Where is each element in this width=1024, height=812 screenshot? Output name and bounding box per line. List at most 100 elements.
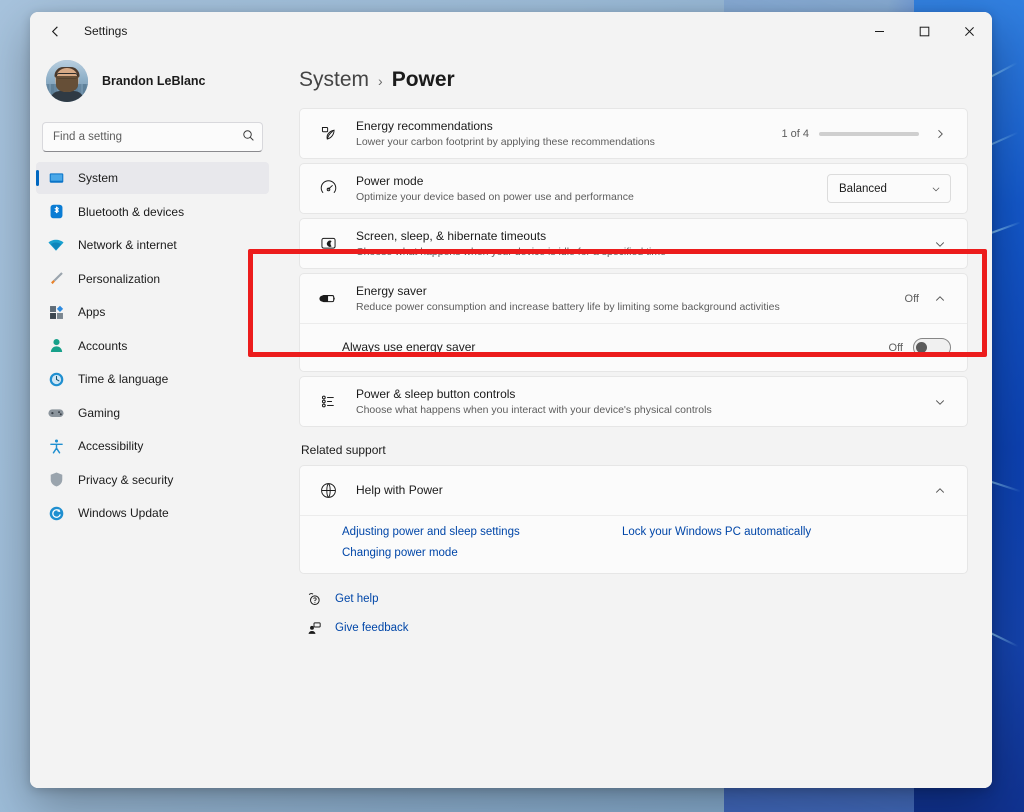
related-support-heading: Related support: [301, 443, 386, 457]
setting-subtitle: Reduce power consumption and increase ba…: [356, 300, 780, 313]
sidebar-item-accessibility[interactable]: Accessibility: [36, 430, 269, 462]
title-bar: Settings: [30, 12, 992, 50]
window-title: Settings: [84, 24, 128, 38]
clock-globe-icon: [46, 369, 66, 389]
setting-title: Screen, sleep, & hibernate timeouts: [356, 228, 547, 243]
power-mode-dropdown[interactable]: Balanced: [827, 174, 951, 203]
recommendations-counter: 1 of 4: [781, 127, 809, 140]
sidebar-item-label: Windows Update: [78, 506, 169, 520]
setting-title: Help with Power: [356, 483, 443, 497]
back-arrow-icon[interactable]: [38, 17, 72, 45]
setting-title: Energy recommendations: [356, 118, 493, 133]
update-arrows-icon: [46, 503, 66, 523]
setting-subtitle: Choose what happens when you interact wi…: [356, 403, 712, 416]
recommendations-progress: [819, 131, 919, 136]
setting-subtitle: Choose what happens when your device is …: [356, 245, 666, 258]
footer-links: Get help Give feedback: [299, 590, 968, 637]
chevron-down-icon: [931, 184, 941, 194]
button-list-icon: [316, 392, 340, 411]
sidebar-item-label: System: [78, 171, 119, 185]
support-link[interactable]: Changing power mode: [342, 547, 622, 559]
breadcrumb-separator: ›: [378, 73, 383, 89]
battery-saver-icon: [316, 289, 340, 308]
sidebar-item-windows-update[interactable]: Windows Update: [36, 497, 269, 529]
sidebar-item-label: Apps: [78, 305, 106, 319]
sidebar-item-label: Network & internet: [78, 238, 177, 252]
setting-subtitle: Optimize your device based on power use …: [356, 190, 634, 203]
chevron-up-icon[interactable]: [929, 480, 951, 502]
footer-link-label: Get help: [335, 593, 379, 605]
sidebar-item-gaming[interactable]: Gaming: [36, 397, 269, 429]
power-mode-card[interactable]: Power mode Optimize your device based on…: [299, 163, 968, 214]
sidebar-item-time-language[interactable]: Time & language: [36, 363, 269, 395]
sidebar-item-label: Gaming: [78, 405, 121, 420]
setting-title: Power & sleep button controls: [356, 386, 516, 401]
energy-saver-card[interactable]: Energy saver Reduce power consumption an…: [299, 273, 968, 372]
wifi-icon: [46, 235, 66, 255]
energy-saver-state: Off: [904, 292, 919, 305]
sidebar-item-apps[interactable]: Apps: [36, 296, 269, 328]
always-use-energy-saver-toggle[interactable]: [913, 338, 951, 357]
settings-window: Settings Brandon LeBlanc Find a setting …: [30, 12, 992, 788]
sidebar-item-accounts[interactable]: Accounts: [36, 330, 269, 362]
chevron-up-icon[interactable]: [929, 288, 951, 310]
sidebar-item-bluetooth-devices[interactable]: Bluetooth & devices: [36, 196, 269, 228]
help-with-power-row[interactable]: Help with Power: [300, 466, 967, 515]
person-icon: [46, 336, 66, 356]
chevron-down-icon[interactable]: [929, 391, 951, 413]
leaf-shield-icon: [316, 124, 340, 143]
accessibility-person-icon: [46, 436, 66, 456]
sidebar-nav: System Bluetooth & devices Network & int…: [30, 162, 275, 529]
support-link[interactable]: Lock your Windows PC automatically: [622, 526, 811, 538]
support-links-grid: Adjusting power and sleep settings Chang…: [300, 516, 967, 573]
sidebar-item-label: Personalization: [78, 271, 161, 286]
paintbrush-icon: [46, 269, 66, 289]
page-title: Power: [391, 68, 455, 91]
minimize-button[interactable]: [857, 12, 902, 50]
window-controls: [857, 12, 992, 50]
setting-title: Energy saver: [356, 283, 427, 298]
user-profile[interactable]: Brandon LeBlanc: [30, 50, 275, 108]
sidebar: Brandon LeBlanc System: [30, 50, 275, 788]
gauge-icon: [316, 179, 340, 198]
energy-saver-header-row[interactable]: Energy saver Reduce power consumption an…: [300, 274, 967, 323]
screen-moon-icon: [316, 234, 340, 253]
monitor-icon: [46, 168, 66, 188]
sidebar-item-label: Accounts: [78, 338, 128, 353]
get-help-link[interactable]: Get help: [305, 590, 968, 608]
dropdown-value: Balanced: [839, 182, 887, 195]
setting-subtitle: Lower your carbon footprint by applying …: [356, 135, 655, 148]
toggle-knob: [916, 342, 927, 353]
support-links-column-1: Adjusting power and sleep settings Chang…: [342, 526, 622, 559]
avatar: [46, 60, 88, 102]
main-content: System › Power Energy recommendations Lo…: [275, 50, 992, 788]
sidebar-item-label: Accessibility: [78, 439, 144, 453]
apps-grid-icon: [46, 302, 66, 322]
sidebar-item-network-internet[interactable]: Network & internet: [36, 229, 269, 261]
close-button[interactable]: [947, 12, 992, 50]
help-with-power-card[interactable]: Help with Power Adjusting power and slee…: [299, 465, 968, 574]
support-link[interactable]: Adjusting power and sleep settings: [342, 526, 622, 538]
breadcrumb-parent[interactable]: System: [299, 68, 369, 92]
user-name: Brandon LeBlanc: [102, 74, 206, 88]
sidebar-item-system[interactable]: System: [36, 162, 269, 194]
screen-sleep-hibernate-card[interactable]: Screen, sleep, & hibernate timeouts Choo…: [299, 218, 968, 269]
give-feedback-link[interactable]: Give feedback: [305, 619, 968, 637]
sidebar-item-personalization[interactable]: Personalization: [36, 263, 269, 295]
footer-link-label: Give feedback: [335, 622, 409, 634]
sidebar-item-privacy-security[interactable]: Privacy & security: [36, 464, 269, 496]
search-input[interactable]: [42, 122, 263, 152]
maximize-button[interactable]: [902, 12, 947, 50]
always-use-energy-saver-row[interactable]: Always use energy saver Off: [300, 324, 967, 371]
gamepad-icon: [46, 403, 66, 423]
power-sleep-buttons-card[interactable]: Power & sleep button controls Choose wha…: [299, 376, 968, 427]
chevron-right-icon[interactable]: [929, 123, 951, 145]
sidebar-item-label: Privacy & security: [78, 472, 174, 487]
sub-setting-label: Always use energy saver: [342, 340, 476, 354]
help-question-icon: [305, 590, 323, 608]
energy-recommendations-card[interactable]: Energy recommendations Lower your carbon…: [299, 108, 968, 159]
chevron-down-icon[interactable]: [929, 233, 951, 255]
support-links-column-2: Lock your Windows PC automatically: [622, 526, 811, 559]
search-container: [42, 122, 263, 152]
breadcrumb: System › Power: [299, 50, 968, 108]
